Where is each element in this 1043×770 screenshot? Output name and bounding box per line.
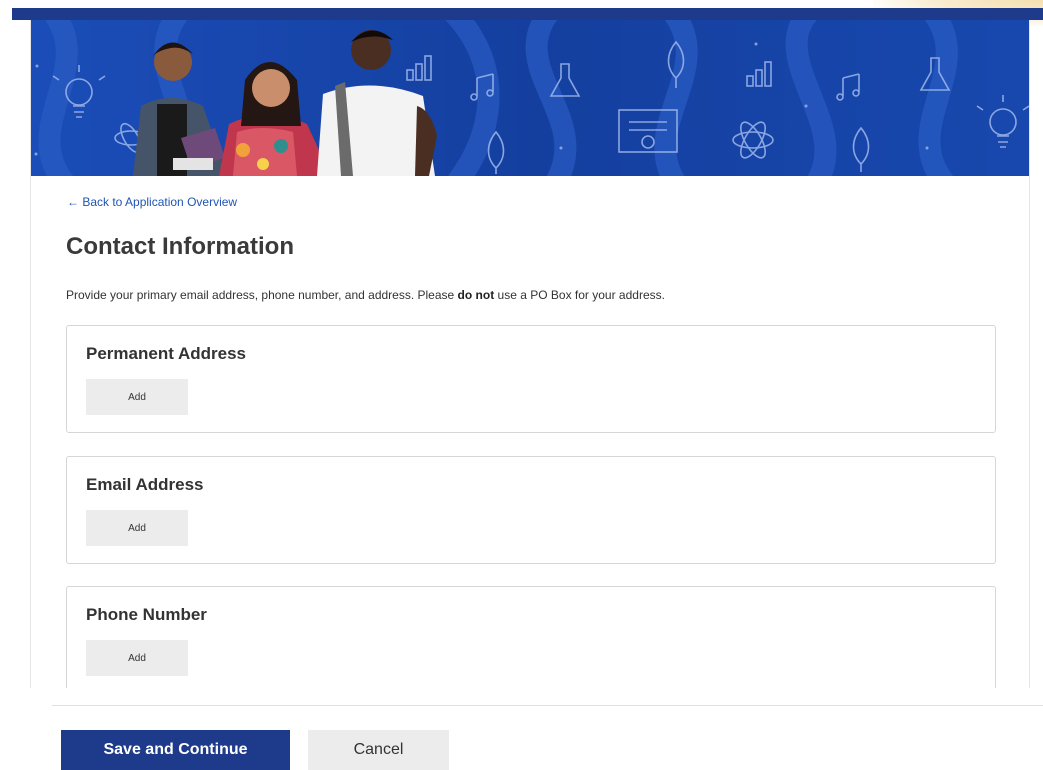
- add-permanent-address-button[interactable]: Add: [86, 379, 188, 415]
- add-email-address-button[interactable]: Add: [86, 510, 188, 546]
- intro-instructions: Provide your primary email address, phon…: [66, 288, 665, 302]
- phone-number-heading: Phone Number: [86, 605, 207, 624]
- banner-illustration: [31, 20, 1029, 176]
- phone-number-card: Phone Number Add: [66, 586, 996, 688]
- permanent-address-card: Permanent Address Add: [66, 325, 996, 433]
- intro-text-start: Provide your primary email address, phon…: [66, 288, 458, 302]
- email-address-card: Email Address Add: [66, 456, 996, 564]
- add-phone-number-button[interactable]: Add: [86, 640, 188, 676]
- footer-divider: [52, 705, 1043, 706]
- page-title: Contact Information: [66, 233, 294, 260]
- permanent-address-heading: Permanent Address: [86, 344, 246, 363]
- application-content-panel: ← Back to Application Overview Contact I…: [30, 20, 1030, 688]
- email-address-heading: Email Address: [86, 475, 204, 494]
- intro-text-emphasis: do not: [457, 288, 495, 302]
- back-to-overview-link[interactable]: ← Back to Application Overview: [67, 195, 237, 209]
- top-brand-bar: [12, 8, 1043, 20]
- intro-text-end: use a PO Box for your address.: [494, 288, 665, 302]
- save-and-continue-button[interactable]: Save and Continue: [61, 730, 290, 770]
- students-banner-image: [31, 20, 1029, 176]
- cancel-button[interactable]: Cancel: [308, 730, 449, 770]
